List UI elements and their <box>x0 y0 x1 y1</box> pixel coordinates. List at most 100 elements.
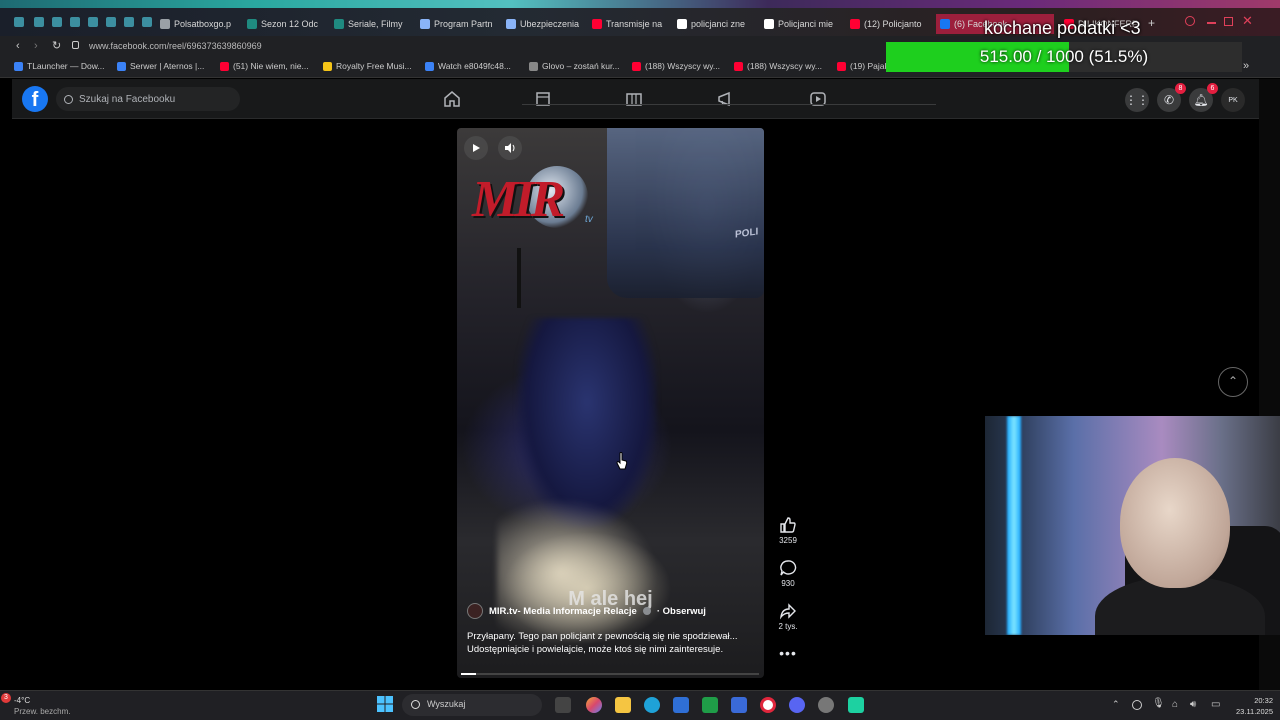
like-button[interactable]: 3259 <box>772 516 804 545</box>
bookmark-item[interactable]: Watch e8049fc48... <box>425 61 511 71</box>
bookmark-item[interactable]: (51) Nie wiem, nie... <box>220 61 309 71</box>
search-tabs-icon[interactable] <box>1185 16 1195 26</box>
browser-tab[interactable]: Program Partn <box>420 14 500 34</box>
comment-button[interactable]: 930 <box>772 559 804 588</box>
browser-tab[interactable]: Ubezpieczenia <box>506 14 586 34</box>
microphone-icon[interactable]: 🎙︎ <box>1152 698 1165 709</box>
ads-icon[interactable] <box>716 89 736 109</box>
search-box[interactable]: Szukaj na Facebooku <box>56 87 240 111</box>
back-icon[interactable]: ‹ <box>16 40 20 52</box>
weather-widget[interactable]: -4°C Przew. bezchm. <box>14 695 70 717</box>
volume-icon[interactable]: 🔊︎ <box>1190 699 1196 710</box>
author-avatar[interactable] <box>467 603 483 619</box>
taskbar-search[interactable]: Wyszukaj <box>402 694 542 716</box>
opera-icon[interactable] <box>760 697 776 713</box>
video-progress-bar[interactable] <box>461 673 759 675</box>
pinned-tab-icon[interactable] <box>70 17 80 27</box>
minimize-icon[interactable] <box>1207 22 1216 24</box>
video-icon[interactable] <box>808 89 828 109</box>
pinned-tab-icon[interactable] <box>142 17 152 27</box>
battery-icon[interactable]: ▭ <box>1211 699 1220 710</box>
bookmark-item[interactable]: Serwer | Aternos |... <box>117 61 204 71</box>
browser-tab[interactable]: Polsatboxgo.p <box>160 14 240 34</box>
reload-icon[interactable]: ↻ <box>52 39 61 52</box>
edge-icon[interactable] <box>644 697 660 713</box>
copilot-icon[interactable] <box>586 697 602 713</box>
browser-tab[interactable]: Policjanci mie <box>764 14 844 34</box>
app-icon[interactable] <box>848 697 864 713</box>
url-field[interactable]: www.facebook.com/reel/696373639860969 <box>89 41 262 51</box>
volume-button[interactable] <box>498 136 522 160</box>
task-view-icon[interactable] <box>555 697 571 713</box>
close-window-icon[interactable]: ✕ <box>1242 13 1253 29</box>
excel-icon[interactable] <box>702 697 718 713</box>
share-button[interactable]: 2 tys. <box>772 602 804 631</box>
reels-icon[interactable] <box>533 89 553 109</box>
browser-tab[interactable]: Transmisje na <box>592 14 672 34</box>
menu-grid-button[interactable]: ⋮⋮ <box>1125 88 1149 112</box>
messenger-button[interactable]: ✆ 8 <box>1157 83 1186 112</box>
clock[interactable]: 20:32 23.11.2025 <box>1225 695 1273 717</box>
windows-start-icon[interactable] <box>377 696 393 712</box>
hand-cursor-icon <box>616 452 628 470</box>
pinned-tab-icon[interactable] <box>52 17 62 27</box>
browser-tab[interactable]: (12) Policjanto <box>850 14 930 34</box>
logo-text: MIR <box>472 171 565 228</box>
bookmark-item[interactable]: Glovo – zostań kur... <box>529 61 619 71</box>
file-explorer-icon[interactable] <box>615 697 631 713</box>
browser-tab[interactable]: Seriale, Filmy <box>334 14 414 34</box>
bookmark-item[interactable]: TLauncher — Dow... <box>14 61 104 71</box>
weather-desc: Przew. bezchm. <box>14 707 71 716</box>
browser-tab[interactable]: Sezon 12 Odc <box>247 14 327 34</box>
tab-favicon-icon <box>160 19 170 29</box>
more-bookmarks-icon[interactable]: » <box>1243 60 1249 72</box>
pinned-tab-icon[interactable] <box>88 17 98 27</box>
video-figure <box>517 318 657 528</box>
forward-icon[interactable]: › <box>34 40 38 52</box>
pinned-tab-icon[interactable] <box>124 17 134 27</box>
maximize-icon[interactable] <box>1224 17 1233 26</box>
play-button[interactable] <box>464 136 488 160</box>
follow-link[interactable]: · Obserwuj <box>657 606 706 617</box>
marketplace-icon[interactable] <box>624 89 644 109</box>
tab-label: Program Partn <box>434 19 493 29</box>
tab-label: Sezon 12 Odc <box>261 19 319 29</box>
reel-info: MIR.tv- Media Informacje Relacje · Obser… <box>467 603 757 656</box>
workspace-icon[interactable] <box>14 17 24 27</box>
previous-reel-button[interactable]: ⌃ <box>1218 367 1248 397</box>
bookmark-label: (188) Wszyscy wy... <box>645 61 720 71</box>
facebook-logo[interactable]: f <box>22 86 48 112</box>
share-count: 2 tys. <box>778 622 798 631</box>
network-icon[interactable]: ⌂ <box>1172 699 1178 710</box>
author-name[interactable]: MIR.tv- Media Informacje Relacje <box>489 606 637 617</box>
bookmark-favicon-icon <box>734 61 743 71</box>
settings-icon[interactable] <box>818 697 834 713</box>
pinned-tab-icon[interactable] <box>106 17 116 27</box>
video-progress-fill <box>461 673 476 675</box>
bookmark-item[interactable]: (188) Wszyscy wy... <box>632 61 720 71</box>
app-icon[interactable] <box>731 697 747 713</box>
avatar-initials: PK <box>1228 96 1238 104</box>
store-icon[interactable] <box>673 697 689 713</box>
pinned-tab-icon[interactable] <box>34 17 44 27</box>
tab-favicon-icon <box>247 19 257 29</box>
bookmark-label: (51) Nie wiem, nie... <box>233 61 309 71</box>
notifications-button[interactable]: 🔔︎ 6 <box>1189 83 1218 112</box>
avatar[interactable]: PK <box>1221 88 1245 112</box>
browser-tab[interactable]: policjanci zne <box>677 14 757 34</box>
bell-icon: 🔔︎ <box>1193 93 1209 107</box>
bookmark-item[interactable]: Royalty Free Musi... <box>323 61 412 71</box>
tray-app-icon[interactable] <box>1132 700 1142 710</box>
bookmark-item[interactable]: (188) Wszyscy wy... <box>734 61 822 71</box>
home-icon[interactable] <box>442 89 462 109</box>
tab-label: Ubezpieczenia <box>520 19 580 29</box>
bookmark-label: (188) Wszyscy wy... <box>747 61 822 71</box>
clock-date: 23.11.2025 <box>1236 707 1273 716</box>
search-input[interactable]: Szukaj na Facebooku <box>79 94 175 105</box>
police-car-text: POLI <box>734 226 758 241</box>
lock-icon[interactable] <box>72 41 79 49</box>
more-options-icon[interactable]: ••• <box>772 645 804 661</box>
search-icon <box>411 700 420 709</box>
tray-chevron-icon[interactable]: ⌃ <box>1112 699 1120 710</box>
discord-icon[interactable] <box>789 697 805 713</box>
